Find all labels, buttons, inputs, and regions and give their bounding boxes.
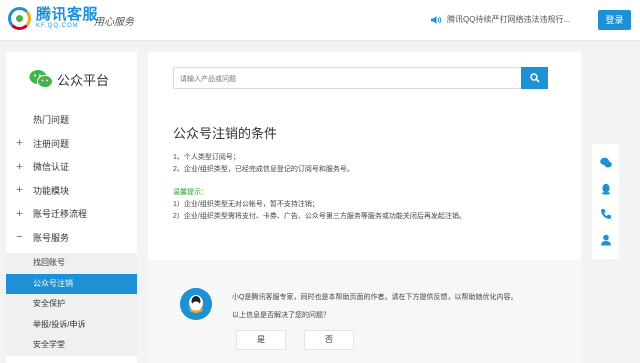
sidebar-item-label: 注册问题 [33, 138, 70, 149]
sidebar-item-register[interactable]: + 注册问题 [6, 132, 137, 156]
sidebar-item-label: 账号迁移流程 [33, 209, 88, 220]
sidebar-item-features[interactable]: + 功能模块 [6, 179, 137, 203]
expand-icon: + [16, 207, 23, 220]
wechat-icon[interactable] [599, 157, 612, 169]
condition-line: 2、企业/组织类型，已经完成信息登记的订阅号和服务号。 [173, 166, 354, 173]
sidebar-item-verify[interactable]: + 微信认证 [6, 155, 137, 179]
sidebar-item-migration[interactable]: + 账号迁移流程 [6, 202, 137, 226]
page-title: 公众号注销的条件 [173, 126, 278, 141]
sidebar-item-label: 热门问题 [33, 115, 70, 126]
sidebar-item-label: 账号服务 [33, 232, 70, 243]
feedback-question: 以上信息是否解决了您的问题？ [232, 312, 330, 319]
collapse-icon: − [16, 231, 23, 244]
sidebar-brand-label: 公众平台 [57, 72, 110, 88]
condition-line: 1、个人类型订阅号； [173, 154, 240, 161]
feedback-intro: 小Q是腾讯客服专家，同时也是本帮助页面的作者。请在下方提供反馈，以帮助她优化内容… [232, 294, 518, 301]
logo-icon [6, 5, 33, 32]
main-content: 公众号注销的条件 1、个人类型订阅号； 2、企业/组织类型，已经完成信息登记的订… [148, 52, 581, 363]
subitem-security-school[interactable]: 安全学堂 [6, 335, 137, 356]
subitem-security[interactable]: 安全保护 [6, 294, 137, 315]
expand-icon: + [16, 184, 23, 197]
sidebar-item-label: 功能模块 [33, 185, 70, 196]
wechat-icon [29, 70, 53, 88]
logo-title: 腾讯客服 [36, 6, 99, 23]
sidebar-item-account-service[interactable]: − 账号服务 [6, 226, 137, 250]
tip-line: 1）企业/组织类型无对公帐号，暂不支持注销； [173, 201, 319, 208]
expand-icon: + [16, 137, 23, 150]
user-icon[interactable] [600, 234, 612, 246]
search-icon [529, 73, 540, 83]
slogan: 用心服务 [94, 17, 134, 28]
qq-avatar [180, 288, 212, 320]
feedback-panel: 小Q是腾讯客服专家，同时也是本帮助页面的作者。请在下方提供反馈，以帮助她优化内容… [148, 260, 581, 363]
sidebar-submenu: 找回账号 公众号注销 安全保护 举报/投诉/申诉 安全学堂 [6, 253, 137, 356]
sidebar-brand[interactable]: 公众平台 [29, 69, 109, 89]
no-button[interactable]: 否 [304, 330, 354, 350]
subitem-account-cancel[interactable]: 公众号注销 [6, 273, 137, 294]
login-button[interactable]: 登录 [598, 10, 631, 30]
tip-list: 1）企业/组织类型无对公帐号，暂不支持注销； 2）企业/组织类型需将支付、卡券、… [173, 199, 466, 223]
search-bar [173, 67, 548, 90]
sidebar: 公众平台 热门问题 + 注册问题 + 微信认证 + 功能模块 + 账号迁移流程 … [6, 52, 137, 363]
expand-icon: + [16, 160, 23, 173]
sidebar-item-label: 微信认证 [33, 162, 70, 173]
logo-subtitle: KF.QQ.COM [36, 23, 79, 29]
qq-icon[interactable] [600, 183, 612, 195]
notice-text: 腾讯QQ持续严打网络违法违规行... [447, 15, 571, 24]
floating-toolbar [592, 144, 619, 259]
phone-icon[interactable] [600, 208, 612, 220]
search-button[interactable] [521, 67, 548, 89]
top-header: 腾讯客服 KF.QQ.COM 用心服务 腾讯QQ持续严打网络违法违规行... 登… [0, 0, 640, 41]
search-input[interactable] [174, 69, 514, 90]
logo[interactable]: 腾讯客服 KF.QQ.COM [6, 5, 98, 32]
tip-line: 2）企业/组织类型需将支付、卡券、广告、公众号第三方服务等服务或功能关闭后再发起… [173, 213, 466, 220]
subitem-recover-account[interactable]: 找回账号 [6, 253, 137, 274]
yes-button[interactable]: 是 [236, 330, 286, 350]
conditions-list: 1、个人类型订阅号； 2、企业/组织类型，已经完成信息登记的订阅号和服务号。 [173, 152, 354, 176]
subitem-report[interactable]: 举报/投诉/申诉 [6, 315, 137, 336]
sidebar-menu: 热门问题 + 注册问题 + 微信认证 + 功能模块 + 账号迁移流程 − 账号服… [6, 108, 137, 249]
speaker-icon [431, 15, 442, 24]
sidebar-item-hot[interactable]: 热门问题 [6, 108, 137, 132]
qq-penguin-icon [180, 288, 212, 320]
notice-bar[interactable]: 腾讯QQ持续严打网络违法违规行... [431, 14, 570, 25]
tip-title: 温馨提示： [173, 189, 208, 196]
